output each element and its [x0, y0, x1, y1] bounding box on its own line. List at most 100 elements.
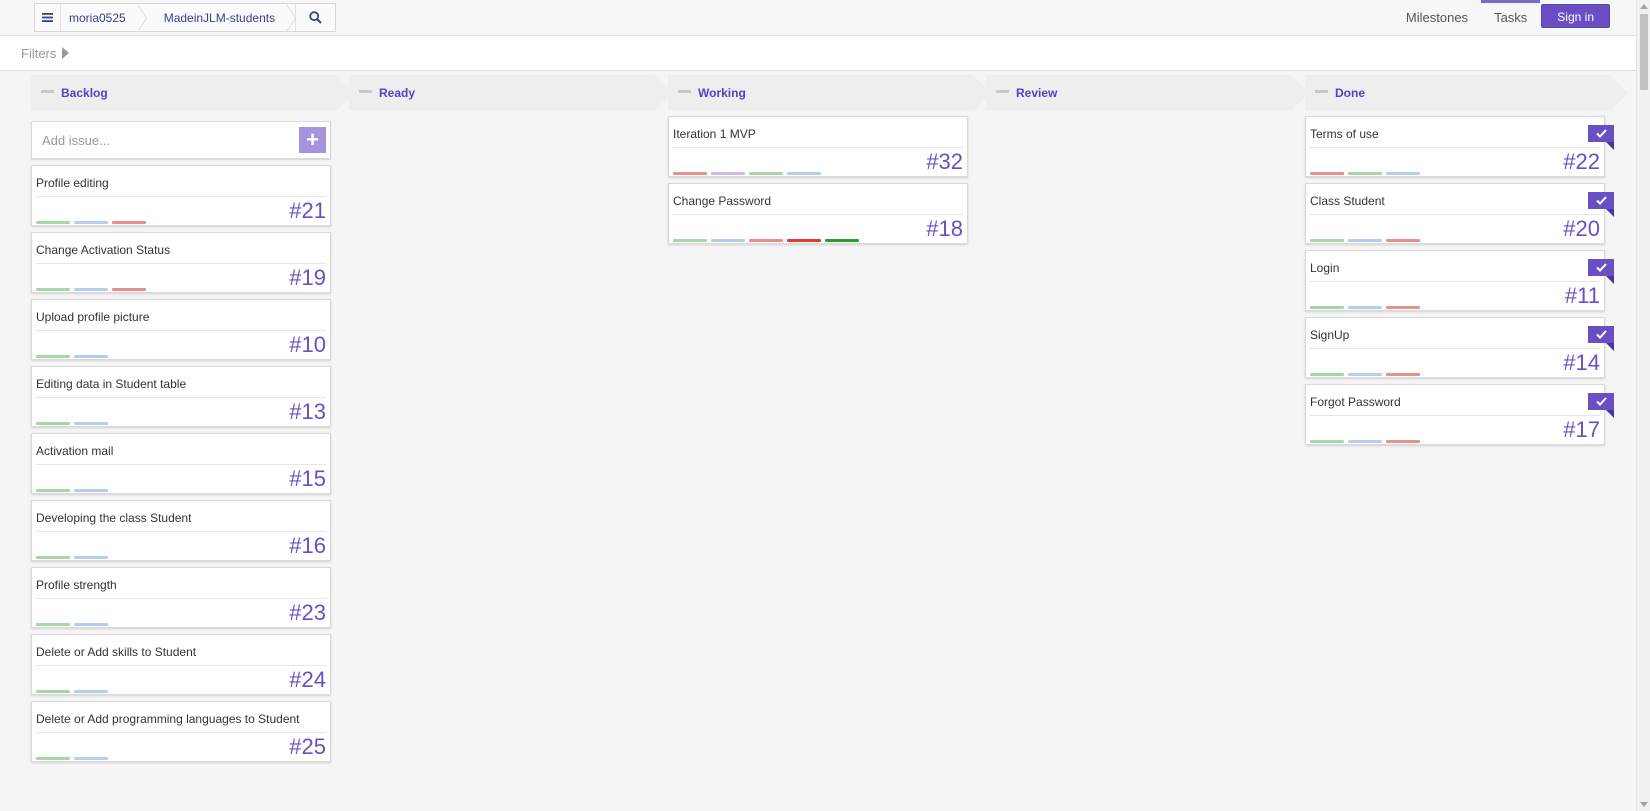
label-red: [112, 288, 146, 291]
column-done: Done Terms of use #22 Class Student #20 Logi…: [1305, 75, 1628, 445]
issue-title[interactable]: Change Activation Status: [36, 243, 170, 257]
card-divider: [1310, 348, 1600, 349]
collapse-icon[interactable]: [359, 90, 372, 93]
issue-title[interactable]: Iteration 1 MVP: [673, 127, 756, 141]
issue-title[interactable]: Profile editing: [36, 176, 109, 190]
scroll-up-arrow[interactable]: [1640, 4, 1648, 9]
card-divider: [36, 665, 326, 666]
issue-card[interactable]: Developing the class Student #16: [31, 500, 331, 561]
issue-title[interactable]: Delete or Add programming languages to S…: [36, 712, 300, 726]
filters-toggle[interactable]: Filters: [21, 46, 56, 61]
issue-card[interactable]: Class Student #20: [1305, 183, 1614, 244]
label-blue: [74, 288, 108, 291]
issue-card[interactable]: Delete or Add skills to Student #24: [31, 634, 331, 695]
card-divider: [36, 397, 326, 398]
issue-card[interactable]: SignUp #14: [1305, 317, 1614, 378]
issue-title[interactable]: Upload profile picture: [36, 310, 149, 324]
issue-title[interactable]: Activation mail: [36, 444, 113, 458]
card-divider: [673, 147, 963, 148]
issue-number[interactable]: #32: [926, 149, 963, 175]
issue-card[interactable]: Editing data in Student table #13: [31, 366, 331, 427]
page-scrollbar[interactable]: [1636, 0, 1650, 811]
issue-number[interactable]: #18: [926, 216, 963, 242]
sign-in-button[interactable]: Sign in: [1541, 4, 1610, 28]
label-blue: [1348, 239, 1382, 242]
collapse-icon[interactable]: [996, 90, 1009, 93]
add-issue-button[interactable]: +: [299, 127, 326, 153]
breadcrumb: moria0525 MadeinJLM-students: [34, 3, 337, 32]
issue-title[interactable]: Forgot Password: [1310, 395, 1401, 409]
label-strip: [1310, 306, 1424, 309]
issue-number[interactable]: #19: [289, 265, 326, 291]
card-divider: [36, 196, 326, 197]
add-issue-input[interactable]: [32, 122, 292, 158]
issue-card[interactable]: Upload profile picture #10: [31, 299, 331, 360]
tasks-link[interactable]: Tasks: [1481, 0, 1541, 36]
card-divider: [1310, 281, 1600, 282]
issue-card[interactable]: Change Activation Status #19: [31, 232, 331, 293]
issue-card[interactable]: Profile strength #23: [31, 567, 331, 628]
issue-number[interactable]: #23: [289, 600, 326, 626]
milestones-link[interactable]: Milestones: [1393, 0, 1481, 36]
issue-number[interactable]: #13: [289, 399, 326, 425]
issue-number[interactable]: #21: [289, 198, 326, 224]
issue-card[interactable]: Login #11: [1305, 250, 1614, 311]
issue-number[interactable]: #11: [1565, 283, 1600, 309]
issue-number[interactable]: #17: [1563, 417, 1600, 443]
label-red: [112, 221, 146, 224]
issue-title[interactable]: SignUp: [1310, 328, 1349, 342]
issue-card[interactable]: Iteration 1 MVP #32: [668, 116, 968, 177]
issue-number[interactable]: #10: [289, 332, 326, 358]
issue-title[interactable]: Change Password: [673, 194, 771, 208]
top-nav-links: Milestones Tasks Sign in: [1393, 0, 1610, 36]
breadcrumb-repo[interactable]: MadeinJLM-students: [146, 4, 297, 32]
column-header[interactable]: Working: [668, 75, 991, 111]
issue-card[interactable]: Forgot Password #17: [1305, 384, 1614, 445]
issue-number[interactable]: #14: [1563, 350, 1600, 376]
issue-number[interactable]: #25: [289, 734, 326, 760]
label-blue: [1386, 172, 1420, 175]
collapse-icon[interactable]: [678, 90, 691, 93]
menu-button[interactable]: [35, 4, 61, 31]
issue-card[interactable]: Terms of use #22: [1305, 116, 1614, 177]
issue-title[interactable]: Login: [1310, 261, 1339, 275]
issue-title[interactable]: Editing data in Student table: [36, 377, 186, 391]
issue-number[interactable]: #15: [289, 466, 326, 492]
issue-title[interactable]: Profile strength: [36, 578, 117, 592]
label-dark_green: [825, 239, 859, 242]
column-review: Review: [986, 75, 1309, 111]
caret-right-icon[interactable]: [62, 47, 70, 59]
issue-number[interactable]: #16: [289, 533, 326, 559]
column-ready: Ready: [349, 75, 672, 111]
column-header[interactable]: Done: [1305, 75, 1628, 111]
column-header[interactable]: Review: [986, 75, 1309, 111]
issue-number[interactable]: #20: [1563, 216, 1600, 242]
scroll-down-arrow[interactable]: [1640, 802, 1648, 807]
label-strip: [36, 489, 112, 492]
issue-card[interactable]: Change Password #18: [668, 183, 968, 244]
issue-title[interactable]: Developing the class Student: [36, 511, 191, 525]
issue-number[interactable]: #22: [1563, 149, 1600, 175]
label-strip: [36, 690, 112, 693]
issue-title[interactable]: Delete or Add skills to Student: [36, 645, 196, 659]
issue-number[interactable]: #24: [289, 667, 326, 693]
label-green: [1348, 172, 1382, 175]
column-header[interactable]: Backlog: [31, 75, 354, 111]
checkmark-icon: [1588, 259, 1614, 284]
card-list: Iteration 1 MVP #32 Change Password #18: [668, 116, 973, 244]
label-blue: [74, 489, 108, 492]
label-blue: [74, 422, 108, 425]
collapse-icon[interactable]: [41, 90, 54, 93]
issue-card[interactable]: Delete or Add programming languages to S…: [31, 701, 331, 762]
collapse-icon[interactable]: [1315, 90, 1328, 93]
search-button[interactable]: [295, 4, 335, 31]
issue-card[interactable]: Profile editing #21: [31, 165, 331, 226]
issue-card[interactable]: Activation mail #15: [31, 433, 331, 494]
label-strip: [1310, 373, 1424, 376]
column-header[interactable]: Ready: [349, 75, 672, 111]
column-working: Working Iteration 1 MVP #32 Change Passwor…: [668, 75, 991, 244]
issue-title[interactable]: Terms of use: [1310, 127, 1379, 141]
breadcrumb-owner[interactable]: moria0525: [61, 4, 147, 32]
scrollbar-thumb[interactable]: [1640, 14, 1648, 90]
issue-title[interactable]: Class Student: [1310, 194, 1385, 208]
